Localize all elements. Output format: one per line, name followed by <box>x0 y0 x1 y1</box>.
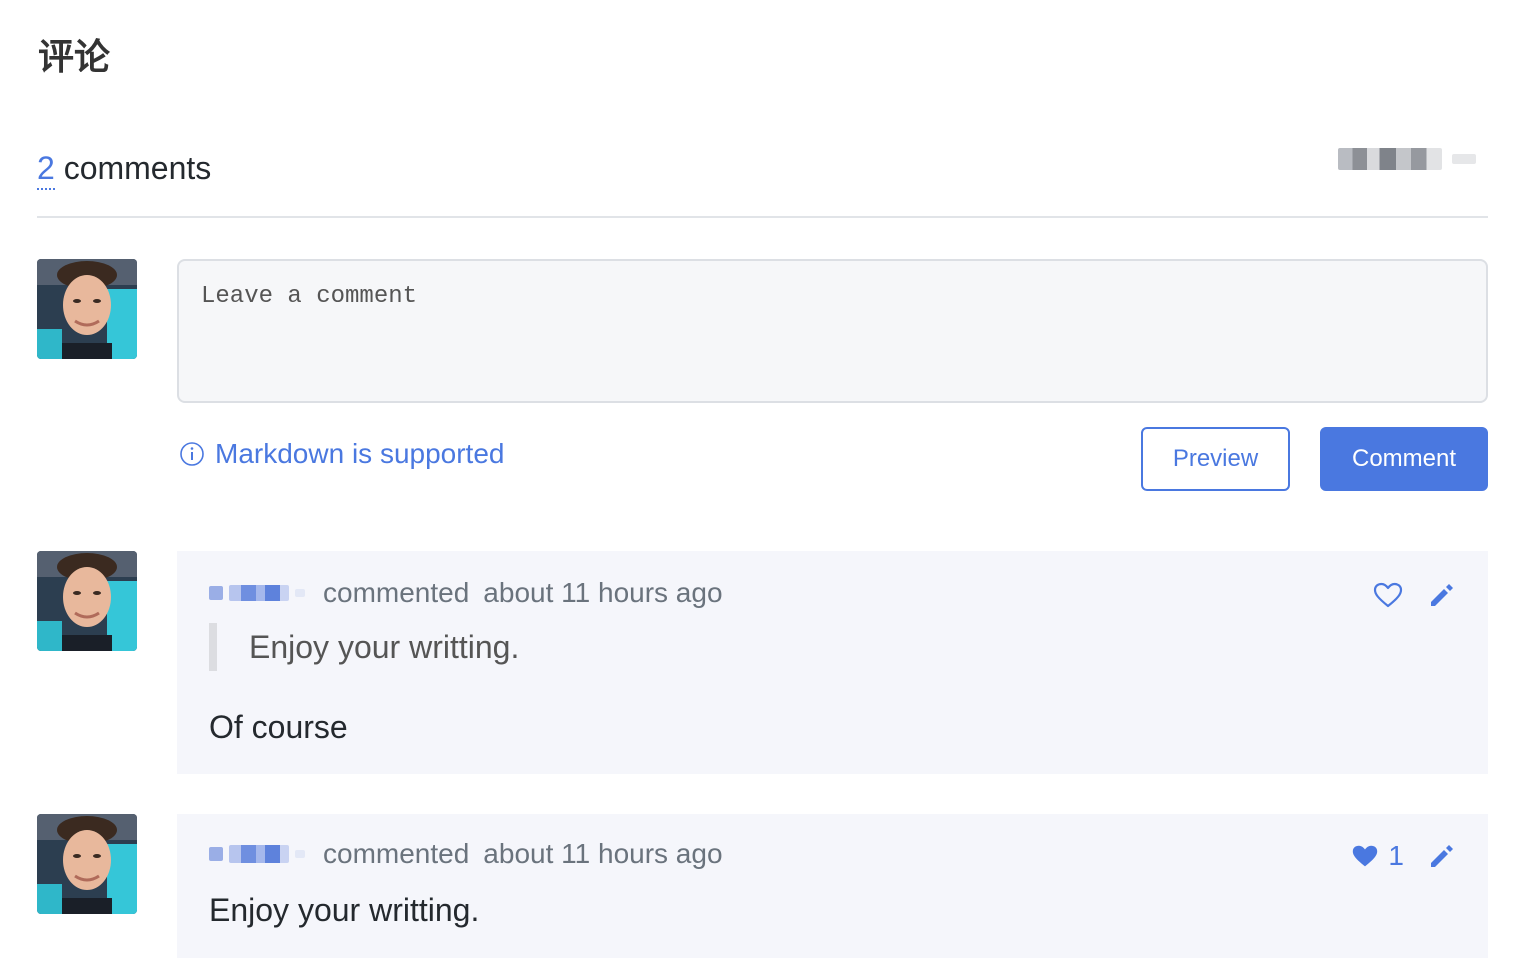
heart-filled-icon <box>1353 845 1378 867</box>
redacted-comment-author[interactable] <box>209 585 305 601</box>
current-user-avatar <box>37 259 137 359</box>
comment-input[interactable] <box>177 259 1488 403</box>
redacted-username <box>1338 148 1442 170</box>
redacted-comment-author[interactable] <box>209 845 305 863</box>
submit-comment-button[interactable]: Comment <box>1320 427 1488 491</box>
comment-body: Of course <box>209 709 348 745</box>
comment-action: commented <box>323 838 470 869</box>
comment-actions: 1 <box>1350 840 1458 872</box>
comment-actions <box>1372 579 1458 611</box>
comment-time[interactable]: about 11 hours ago <box>483 577 722 609</box>
page-title: 评论 <box>38 37 111 78</box>
pencil-icon[interactable] <box>1426 840 1458 872</box>
comment-quote: Enjoy your writting. <box>209 623 1409 671</box>
comment-time[interactable]: about 11 hours ago <box>483 838 722 870</box>
comments-count-number[interactable]: 2 <box>37 150 55 190</box>
comments-count-label: comments <box>63 150 212 186</box>
comments-header: 2 comments <box>37 146 1488 218</box>
comment-action: commented <box>323 577 470 608</box>
redacted-username-tail <box>1452 154 1476 164</box>
comments-count: 2 comments <box>37 150 212 190</box>
avatar-image <box>37 814 137 914</box>
info-circle-icon <box>180 442 204 466</box>
comment-item: commented about 11 hours ago Enjoy your … <box>177 551 1488 774</box>
heart-outline-icon[interactable] <box>1372 579 1404 611</box>
like-button[interactable]: 1 <box>1350 840 1404 872</box>
preview-button[interactable]: Preview <box>1141 427 1290 491</box>
like-count: 1 <box>1388 840 1404 871</box>
markdown-help-link[interactable]: Markdown is supported <box>179 438 504 470</box>
comment-header: commented about 11 hours ago <box>209 577 723 609</box>
avatar-image <box>37 551 137 651</box>
markdown-help-label: Markdown is supported <box>215 438 505 469</box>
comment-author-avatar[interactable] <box>37 551 137 651</box>
user-login-redacted[interactable] <box>1338 148 1476 170</box>
avatar-image <box>37 259 137 359</box>
comment-header: commented about 11 hours ago <box>209 838 723 870</box>
pencil-icon[interactable] <box>1426 579 1458 611</box>
comment-item: commented about 11 hours ago 1 Enjoy you… <box>177 814 1488 958</box>
comment-author-avatar[interactable] <box>37 814 137 914</box>
comment-body: Enjoy your writting. <box>209 892 480 928</box>
